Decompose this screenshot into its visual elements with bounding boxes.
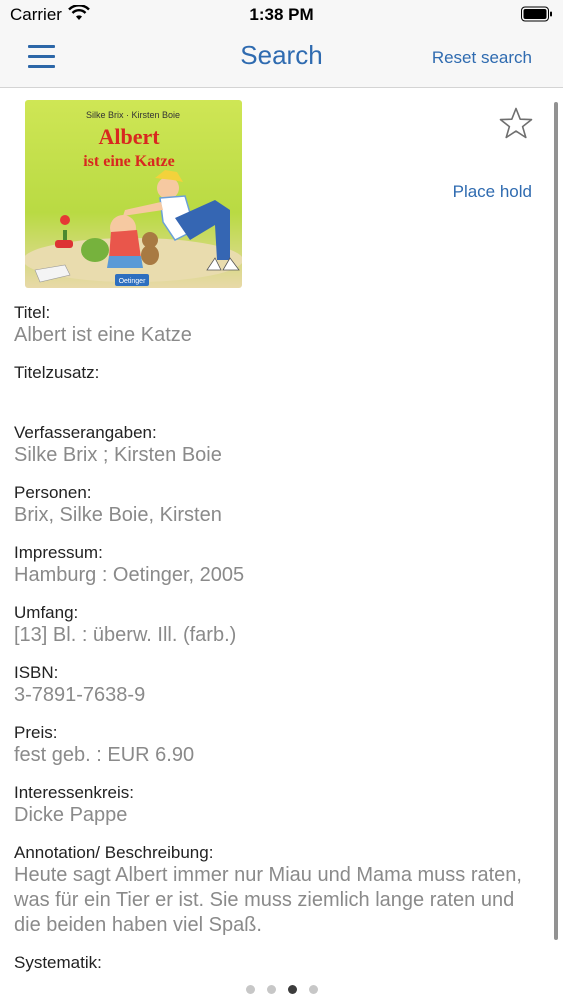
field-isbn: ISBN: 3-7891-7638-9 [14,662,534,708]
battery-icon [521,6,552,22]
page-dot[interactable] [266,985,276,994]
status-bar: Carrier 1:38 PM [0,0,563,30]
field-label: Umfang: [14,603,79,622]
page-dot[interactable] [245,985,255,994]
field-value: [13] Bl. : überw. Ill. (farb.) [14,624,237,646]
field-value: 3-7891-7638-9 [14,684,146,706]
cover-title-line2: ist eine Katze [83,153,175,170]
reset-search-button[interactable]: Reset search [432,48,532,68]
place-hold-button[interactable]: Place hold [453,182,532,202]
field-value [14,383,534,408]
clock-time: 1:38 PM [249,5,314,24]
field-verfasserangaben: Verfasserangaben: Silke Brix ; Kirsten B… [14,422,534,468]
field-label: Titelzusatz: [14,363,100,382]
cover-publisher-badge: Oetinger [119,278,147,285]
field-label: Systematik: [14,953,102,972]
cover-authors: Silke Brix · Kirsten Boie [86,110,180,120]
detail-content[interactable]: Silke Brix · Kirsten Boie Albert ist ein… [0,88,563,1000]
field-titel: Titel: Albert ist eine Katze [14,302,534,348]
page-dot[interactable] [287,985,297,994]
field-label: Titel: [14,303,51,322]
favorite-star-icon[interactable] [498,106,534,142]
field-label: Impressum: [14,543,103,562]
field-value: Brix, Silke Boie, Kirsten [14,504,222,526]
hamburger-menu-icon[interactable] [28,45,56,69]
field-interessenkreis: Interessenkreis: Dicke Pappe [14,782,534,828]
field-label: Annotation/ Beschreibung: [14,843,214,862]
field-label: Personen: [14,483,92,502]
page-indicator[interactable] [0,985,563,995]
vertical-scrollbar[interactable] [554,102,558,940]
field-value: Dicke Pappe [14,804,128,826]
field-umfang: Umfang: [13] Bl. : überw. Ill. (farb.) [14,602,534,648]
field-value: Hamburg : Oetinger, 2005 [14,564,245,586]
field-personen: Personen: Brix, Silke Boie, Kirsten [14,482,534,528]
field-annotation: Annotation/ Beschreibung: Heute sagt Alb… [14,842,534,938]
page-dot[interactable] [308,985,318,994]
field-label: Interessenkreis: [14,783,134,802]
field-label: Preis: [14,723,58,742]
field-label: ISBN: [14,663,59,682]
field-value: Heute sagt Albert immer nur Miau und Mam… [14,864,522,936]
field-impressum: Impressum: Hamburg : Oetinger, 2005 [14,542,534,588]
metadata-list: Titel: Albert ist eine Katze Titelzusatz… [14,302,534,1000]
field-label: Verfasserangaben: [14,423,157,442]
field-value: Silke Brix ; Kirsten Boie [14,444,222,466]
cover-title-line1: Albert [98,124,160,149]
field-value: fest geb. : EUR 6.90 [14,744,195,766]
field-value: Albert ist eine Katze [14,324,192,346]
field-preis: Preis: fest geb. : EUR 6.90 [14,722,534,768]
field-titelzusatz: Titelzusatz: [14,362,534,408]
book-cover-image: Silke Brix · Kirsten Boie Albert ist ein… [25,100,242,288]
navigation-bar: Search Reset search [0,30,563,88]
